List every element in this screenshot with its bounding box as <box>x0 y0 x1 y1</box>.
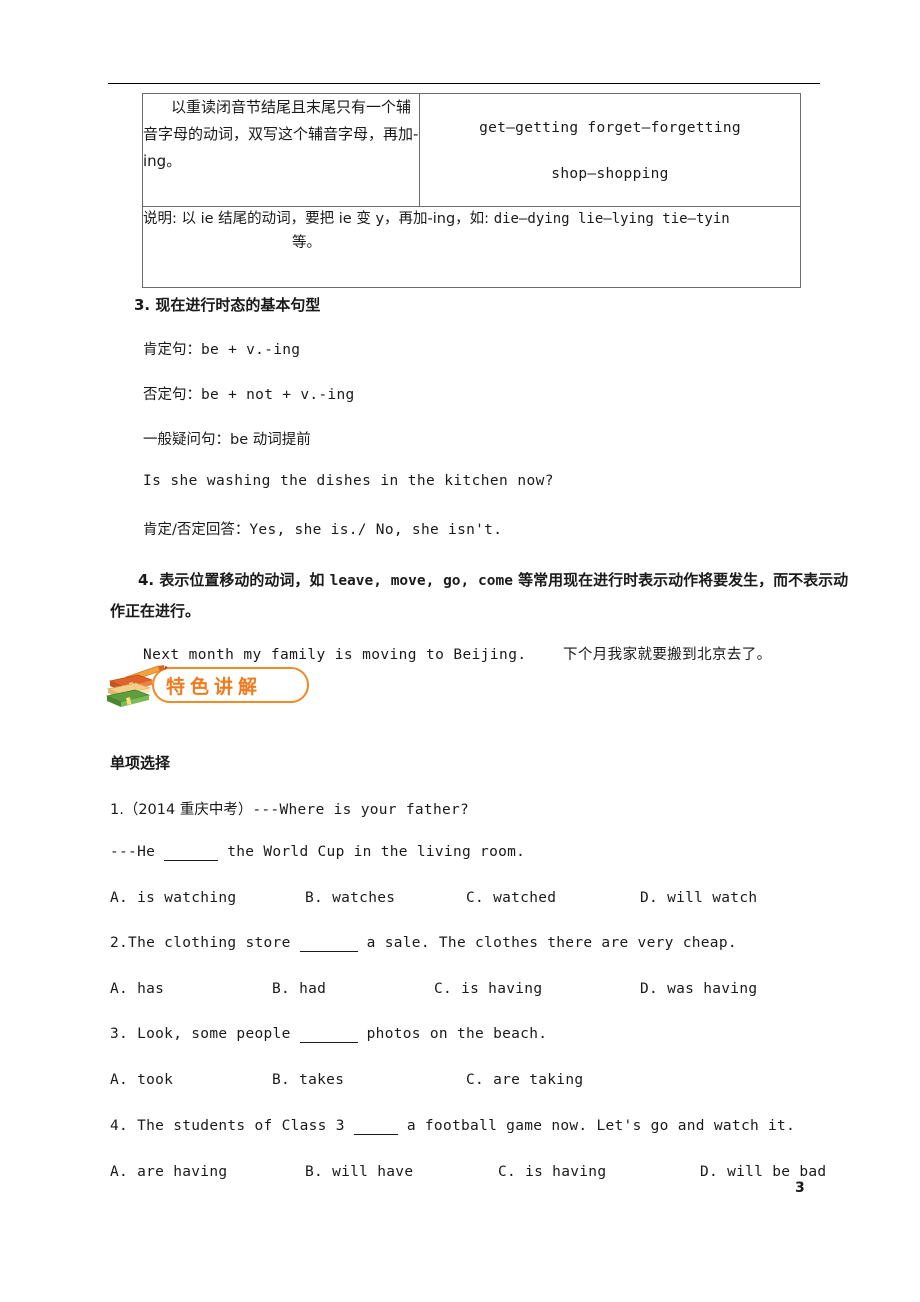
q2-option-c[interactable]: C. is having <box>434 981 542 997</box>
q3-option-c[interactable]: C. are taking <box>466 1072 583 1088</box>
document-page: 以重读闭音节结尾且末尾只有一个辅音字母的动词，双写这个辅音字母，再加-ing。 … <box>0 0 920 1302</box>
q4-stem-pre: 4. The students of Class 3 <box>110 1118 354 1134</box>
affirmative-label: 肯定句： <box>143 342 201 358</box>
question-4-options: A. are having B. will have C. is having … <box>110 1164 850 1184</box>
q1-stem-post: the World Cup in the living room. <box>218 844 526 860</box>
page-number: 3 <box>795 1180 805 1196</box>
table-cell-note: 说明: 以 ie 结尾的动词，要把 ie 变 y，再加-ing，如: die—d… <box>142 206 801 288</box>
q4-stem-post: a football game now. Let's go and watch … <box>397 1118 796 1134</box>
examples-line-1: get—getting forget—forgetting <box>479 120 741 136</box>
q3-answer-blank[interactable] <box>299 1026 358 1043</box>
q3-stem-pre: 3. Look, some people <box>110 1026 300 1042</box>
question-3-options: A. took B. takes C. are taking <box>110 1072 850 1092</box>
q1-answer-blank[interactable] <box>164 844 219 861</box>
banner-label: 特色讲解 <box>166 676 263 698</box>
q1-stem-en: ---Where is your father? <box>252 802 470 818</box>
section3-line-1: 肯定句：be + v.-ing <box>110 338 850 359</box>
header-rule <box>108 83 820 84</box>
section3-example-question: Is she washing the dishes in the kitchen… <box>110 473 850 489</box>
question-2-stem: 2.The clothing store a sale. The clothes… <box>110 935 850 952</box>
q2-option-d[interactable]: D. was having <box>640 981 757 997</box>
q3-stem-post: photos on the beach. <box>357 1026 548 1042</box>
question-1-stem-line-1: 1.（2014 重庆中考）---Where is your father? <box>110 798 850 819</box>
q2-stem-post: a sale. The clothes there are very cheap… <box>357 935 737 951</box>
section3-line-3: 一般疑问句：be 动词提前 <box>110 428 850 449</box>
example-question-text: Is she washing the dishes in the kitchen… <box>143 473 554 489</box>
question-pattern: be 动词提前 <box>230 432 311 448</box>
question-3-stem: 3. Look, some people photos on the beach… <box>110 1026 850 1043</box>
table-row: 以重读闭音节结尾且末尾只有一个辅音字母的动词，双写这个辅音字母，再加-ing。 … <box>142 93 801 207</box>
q1-option-b[interactable]: B. watches <box>305 890 395 906</box>
note-line-1: 说明: 以 ie 结尾的动词，要把 ie 变 y，再加-ing，如: die—d… <box>143 208 800 232</box>
q1-stem-pre: ---He <box>110 844 165 860</box>
q3-option-a[interactable]: A. took <box>110 1072 173 1088</box>
table-row: 说明: 以 ie 结尾的动词，要把 ie 变 y，再加-ing，如: die—d… <box>142 206 801 288</box>
q1-source: 1.（2014 重庆中考） <box>110 802 253 818</box>
q2-option-a[interactable]: A. has <box>110 981 164 997</box>
question-1-options: A. is watching B. watches C. watched D. … <box>110 890 850 910</box>
answer-text: Yes, she is./ No, she isn't. <box>249 522 503 538</box>
q1-option-a[interactable]: A. is watching <box>110 890 236 906</box>
q1-option-d[interactable]: D. will watch <box>640 890 757 906</box>
question-1-stem-line-2: ---He the World Cup in the living room. <box>110 844 850 861</box>
q2-option-b[interactable]: B. had <box>272 981 326 997</box>
q2-stem-pre: 2.The clothing store <box>110 935 300 951</box>
q1-option-c[interactable]: C. watched <box>466 890 556 906</box>
q3-option-b[interactable]: B. takes <box>272 1072 344 1088</box>
note-zh: 以 ie 结尾的动词，要把 ie 变 y，再加-ing，如: <box>181 211 490 227</box>
answer-label: 肯定/否定回答： <box>143 522 250 538</box>
section4-verbs: leave, move, go, come <box>329 573 513 589</box>
q4-option-c[interactable]: C. is having <box>498 1164 606 1180</box>
books-pencil-icon <box>104 661 170 711</box>
section3-heading-block: 3. 现在进行时态的基本句型 <box>110 294 850 315</box>
exercises-heading-block: 单项选择 <box>110 752 850 773</box>
examples-line-2: shop—shopping <box>551 166 669 182</box>
feature-explanation-banner: 特色讲解 <box>104 661 314 711</box>
question-2-options: A. has B. had C. is having D. was having <box>110 981 850 1001</box>
q4-option-d[interactable]: D. will be bad <box>700 1164 826 1180</box>
question-label: 一般疑问句： <box>143 432 230 448</box>
note-line-2: 等。 <box>292 235 321 251</box>
note-prefix: 说明: <box>143 211 177 227</box>
table-cell-examples: get—getting forget—forgetting shop—shopp… <box>419 93 801 207</box>
exercises-heading: 单项选择 <box>110 754 171 772</box>
negative-label: 否定句： <box>143 387 201 403</box>
q4-answer-blank[interactable] <box>353 1118 398 1135</box>
grammar-rules-table: 以重读闭音节结尾且末尾只有一个辅音字母的动词，双写这个辅音字母，再加-ing。 … <box>142 93 801 288</box>
q4-option-a[interactable]: A. are having <box>110 1164 227 1180</box>
rule-text: 以重读闭音节结尾且末尾只有一个辅音字母的动词，双写这个辅音字母，再加-ing。 <box>143 98 419 170</box>
negative-pattern: be + not + v.-ing <box>201 387 355 403</box>
q2-answer-blank[interactable] <box>299 935 358 952</box>
question-4-stem: 4. The students of Class 3 a football ga… <box>110 1118 850 1135</box>
section3-line-2: 否定句：be + not + v.-ing <box>110 383 850 404</box>
section3-answer-line: 肯定/否定回答：Yes, she is./ No, she isn't. <box>110 518 850 539</box>
table-cell-rule: 以重读闭音节结尾且末尾只有一个辅音字母的动词，双写这个辅音字母，再加-ing。 <box>142 93 420 207</box>
section4-paragraph: 4. 表示位置移动的动词，如 leave, move, go, come 等常用… <box>110 565 850 626</box>
affirmative-pattern: be + v.-ing <box>201 342 301 358</box>
note-examples: die—dying lie—lying tie—tyin <box>493 211 730 227</box>
q4-option-b[interactable]: B. will have <box>305 1164 413 1180</box>
section4-example-zh: 下个月我家就要搬到北京去了。 <box>562 647 772 663</box>
section4-part1: 4. 表示位置移动的动词，如 <box>138 571 325 589</box>
section3-heading: 3. 现在进行时态的基本句型 <box>134 296 321 314</box>
